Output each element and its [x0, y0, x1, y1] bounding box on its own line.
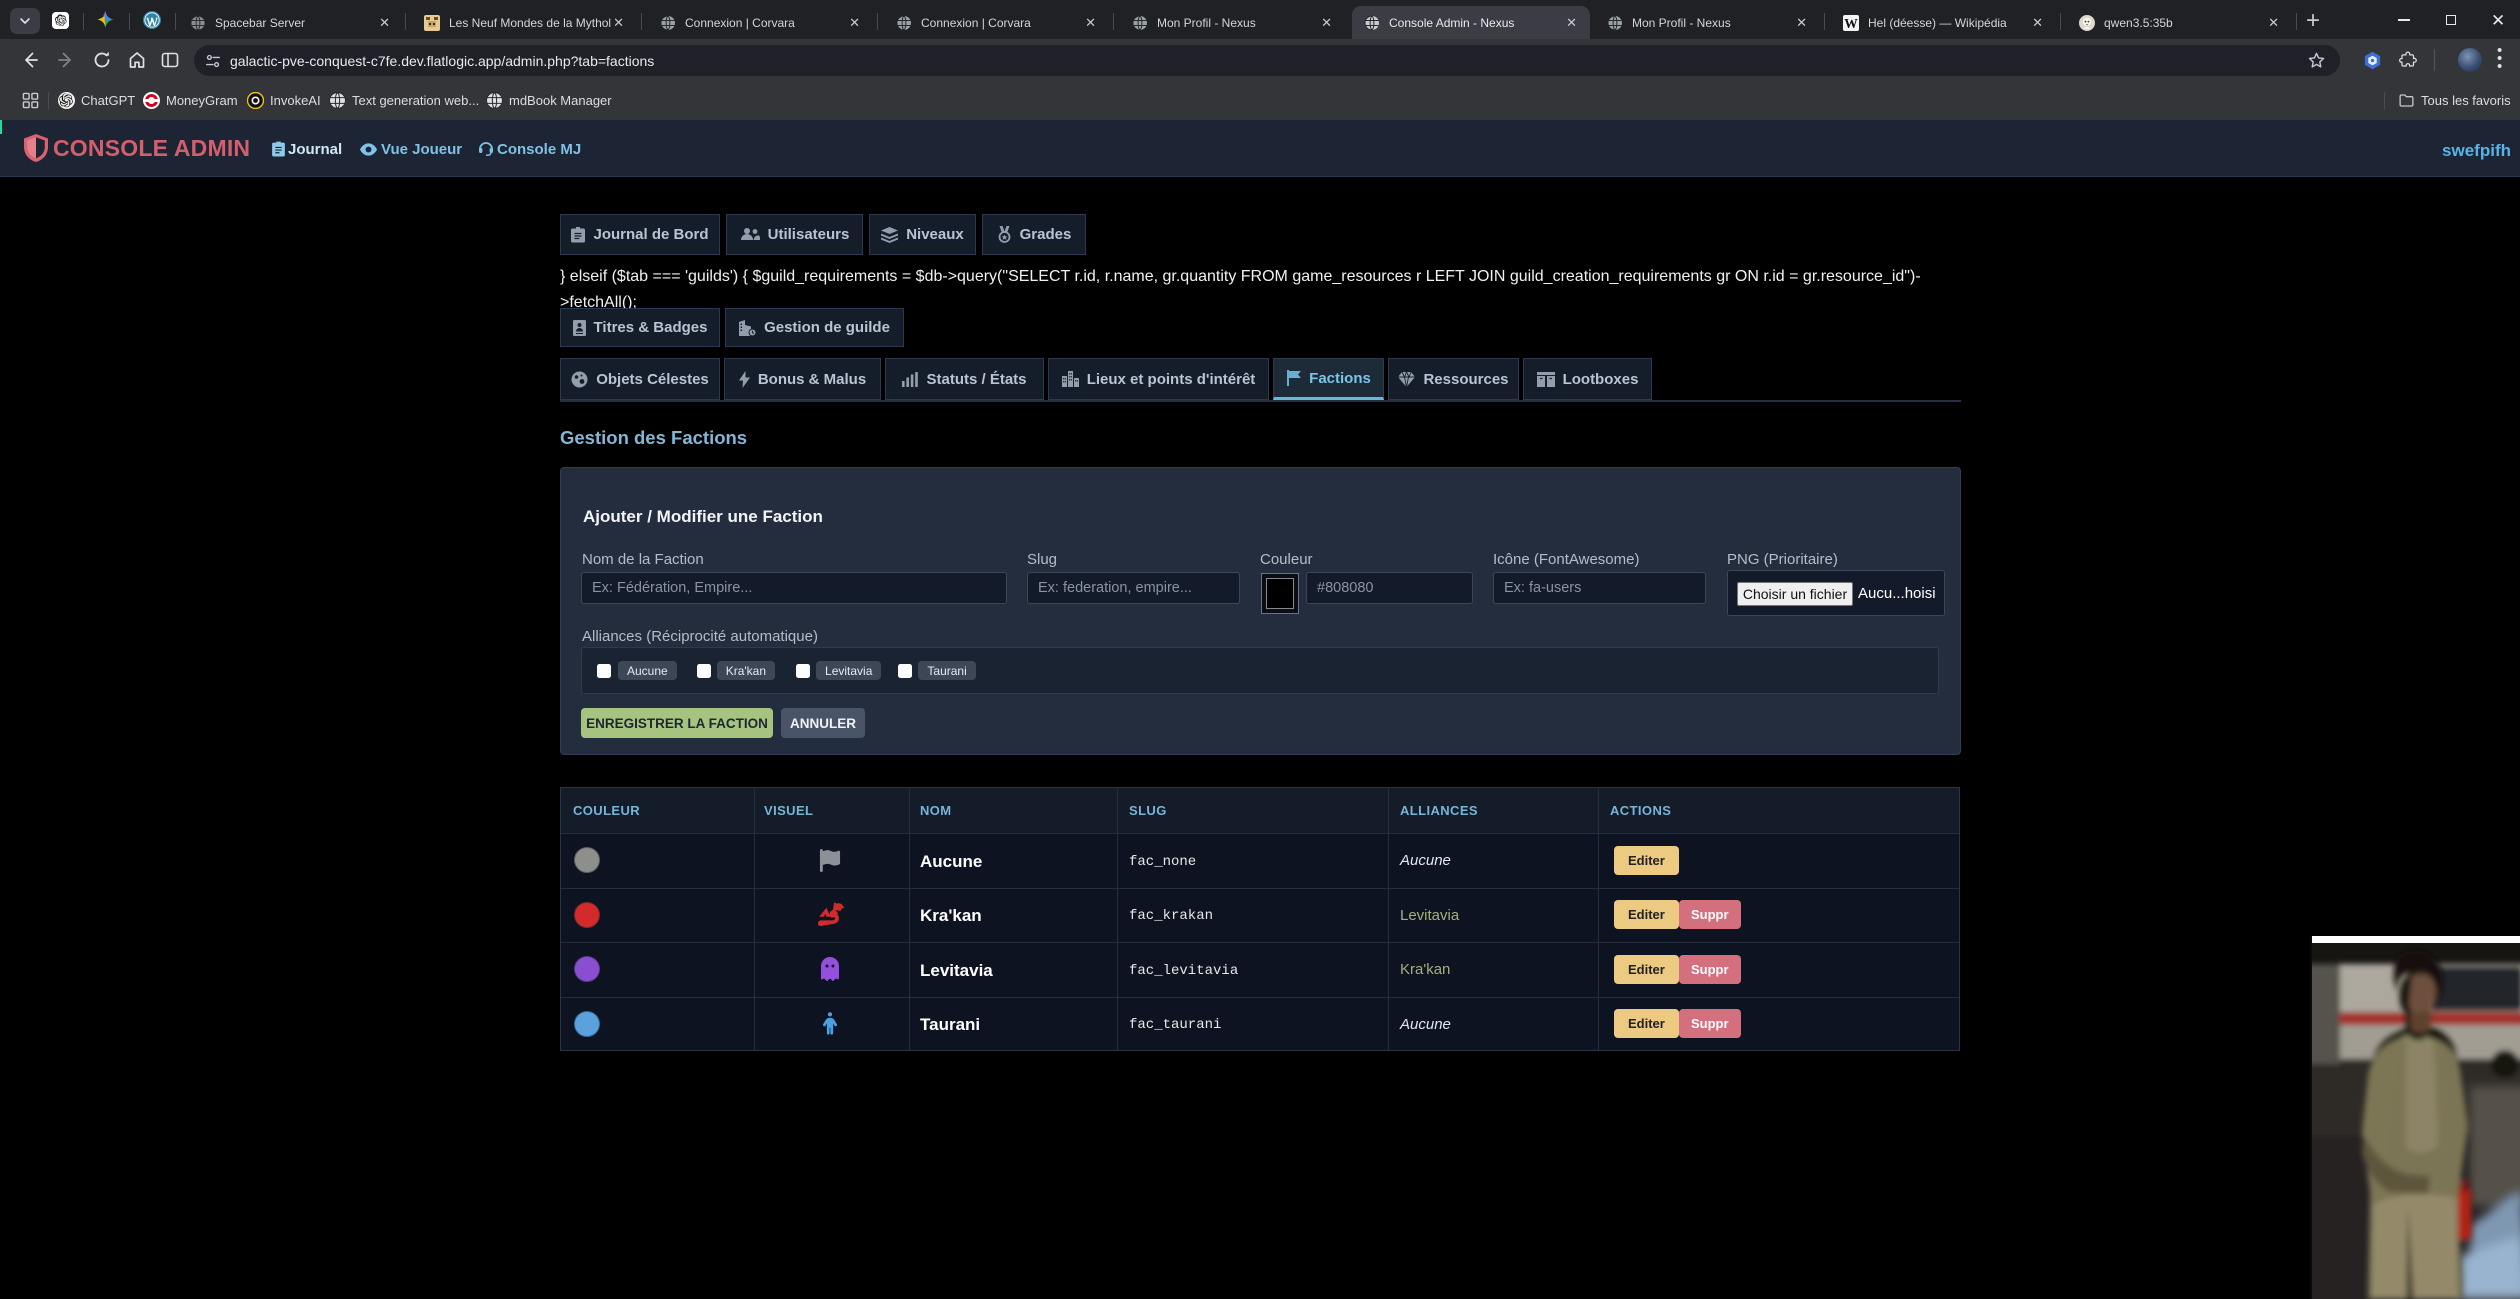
- svg-text:W: W: [1844, 16, 1858, 31]
